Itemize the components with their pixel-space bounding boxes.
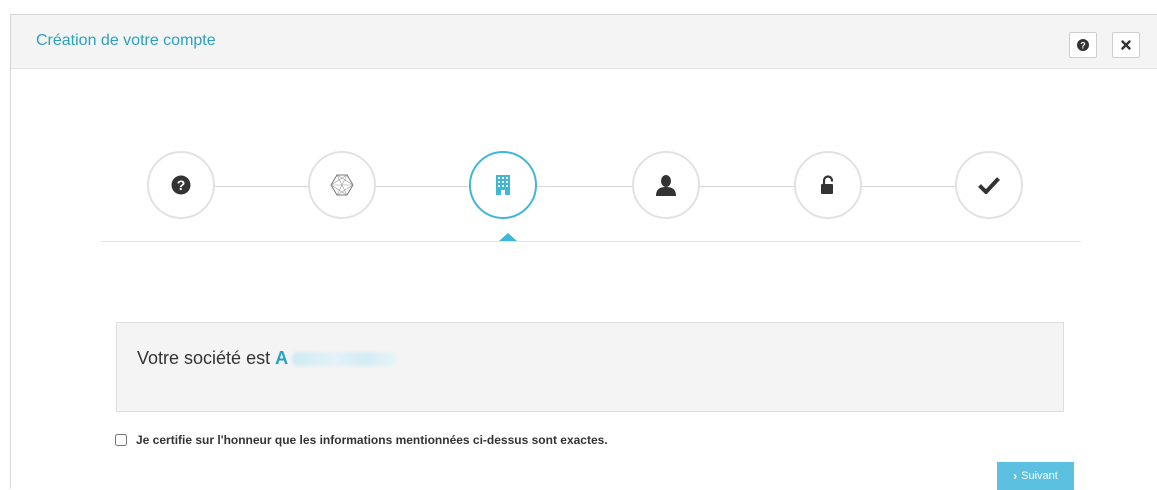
step-3[interactable] bbox=[469, 151, 537, 219]
step-1[interactable]: ? bbox=[147, 151, 215, 219]
user-icon bbox=[656, 175, 676, 196]
question-circle-icon: ? bbox=[171, 175, 191, 195]
question-circle-icon: ? bbox=[1077, 39, 1089, 51]
company-info-box: Votre société est A bbox=[116, 322, 1064, 412]
certify-row: Je certifie sur l'honneur que les inform… bbox=[115, 433, 608, 447]
active-step-pointer bbox=[499, 233, 517, 241]
wizard-stepper: ? bbox=[101, 145, 1081, 257]
check-icon bbox=[978, 177, 1000, 194]
step-6[interactable] bbox=[955, 151, 1023, 219]
chevron-right-icon: › bbox=[1013, 469, 1018, 483]
network-icon bbox=[330, 174, 354, 196]
step-2[interactable] bbox=[308, 151, 376, 219]
unlock-icon bbox=[821, 175, 834, 194]
svg-text:?: ? bbox=[1080, 40, 1086, 50]
stepper-divider bbox=[101, 241, 1081, 242]
stepper-connector bbox=[181, 186, 986, 187]
modal-title: Création de votre compte bbox=[36, 32, 216, 49]
close-icon bbox=[1121, 40, 1131, 50]
step-4[interactable] bbox=[632, 151, 700, 219]
help-button[interactable]: ? bbox=[1069, 32, 1097, 58]
svg-text:?: ? bbox=[177, 177, 186, 193]
step-5[interactable] bbox=[794, 151, 862, 219]
building-icon bbox=[496, 175, 510, 195]
modal-window: Création de votre compte ? ? Votre socié… bbox=[10, 14, 1157, 490]
company-name: A bbox=[275, 348, 289, 368]
next-button-label: Suivant bbox=[1021, 470, 1058, 482]
company-label-text: Votre société est bbox=[137, 348, 271, 368]
company-statement: Votre société est A bbox=[137, 348, 398, 369]
next-button[interactable]: › Suivant bbox=[997, 462, 1074, 490]
modal-header: Création de votre compte ? bbox=[11, 15, 1157, 69]
certify-label[interactable]: Je certifie sur l'honneur que les inform… bbox=[136, 433, 608, 447]
close-button[interactable] bbox=[1112, 32, 1140, 58]
certify-checkbox[interactable] bbox=[115, 434, 127, 446]
redacted-company-name bbox=[292, 352, 398, 367]
